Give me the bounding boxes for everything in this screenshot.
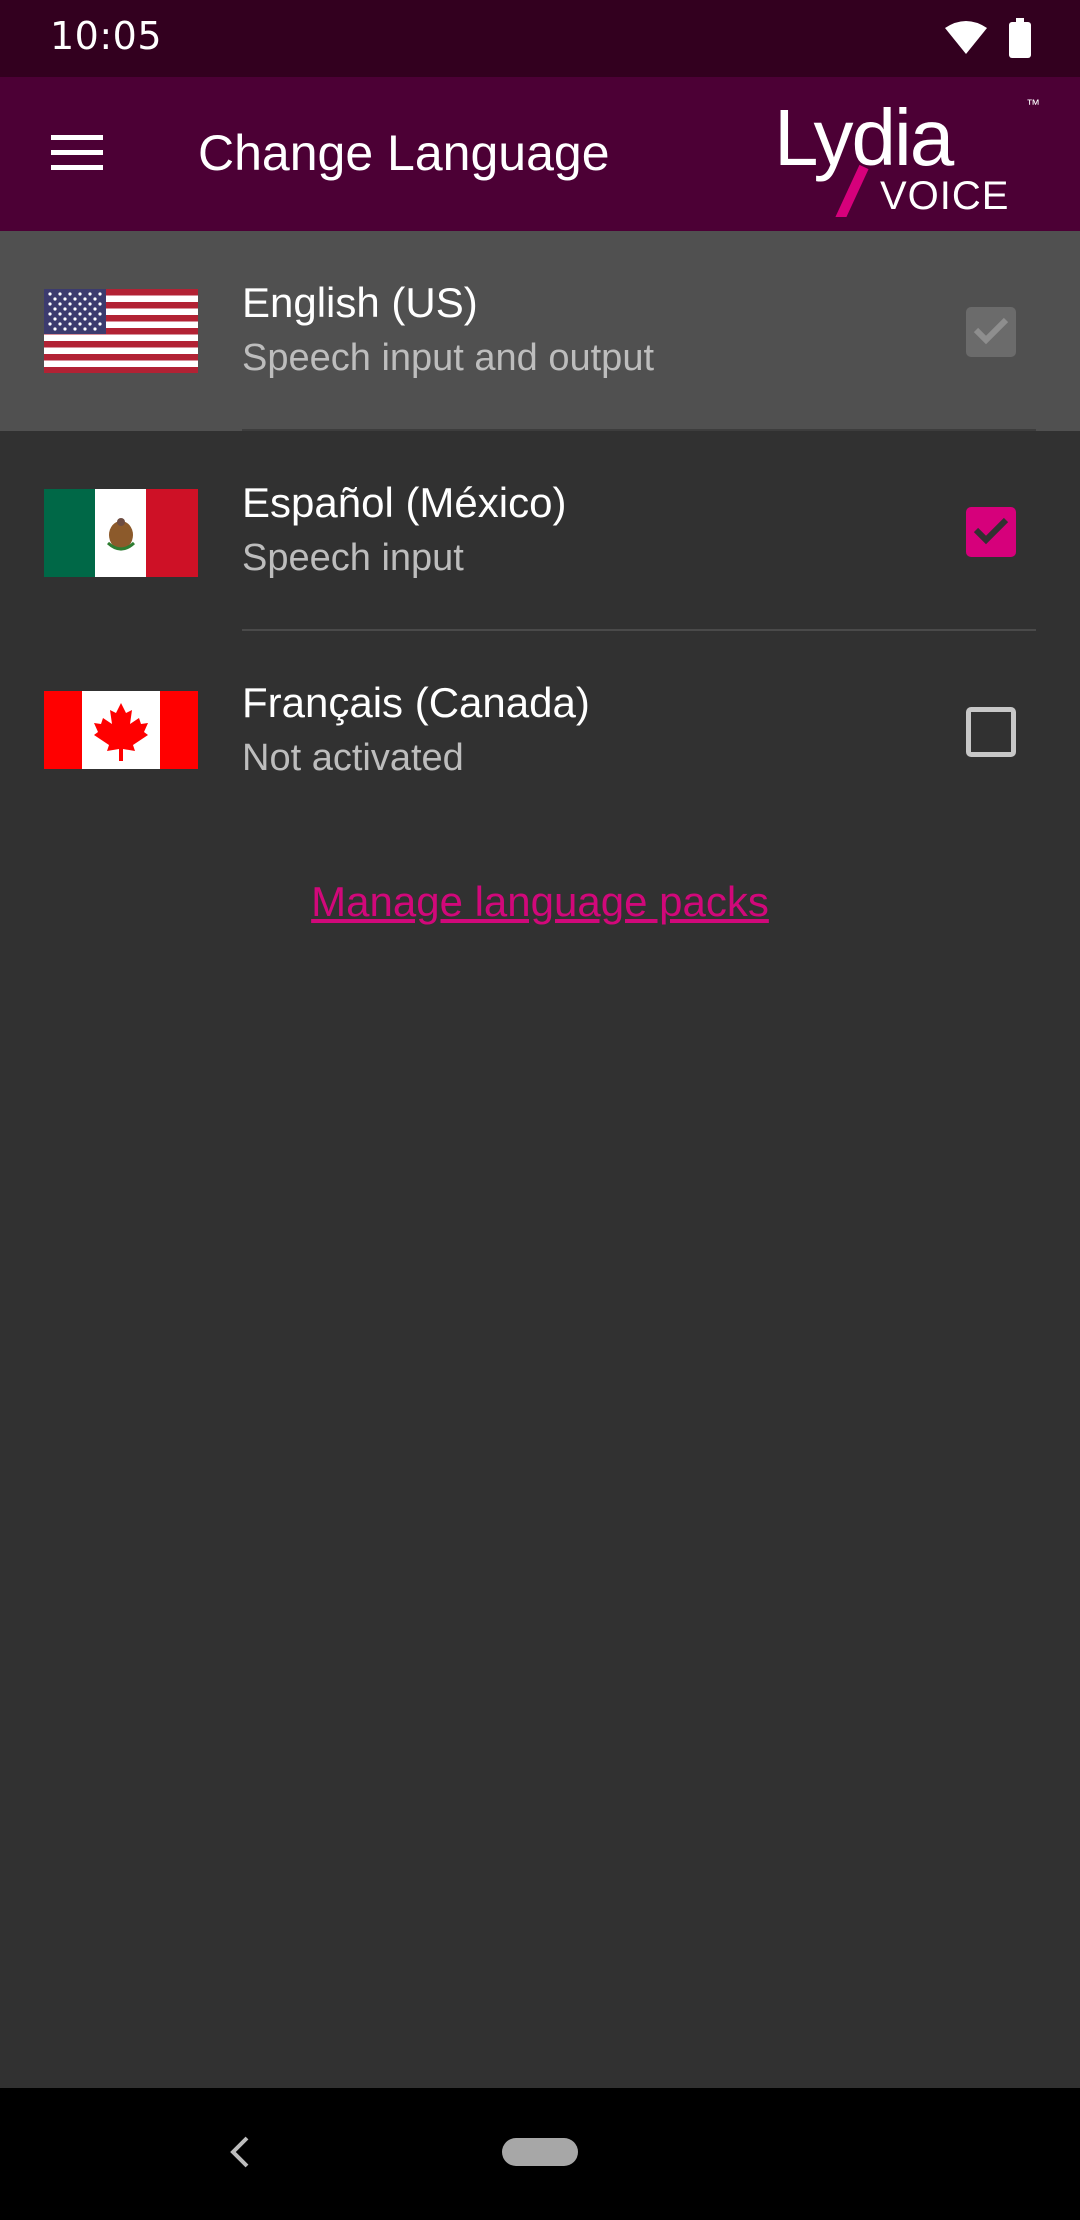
us-flag-icon xyxy=(44,289,198,373)
language-row-english-us[interactable]: English (US) Speech input and output xyxy=(0,231,1080,431)
screen: 10:05 Change Language Lydia ™ VOICE Engl… xyxy=(0,0,1080,2220)
status-time: 10:05 xyxy=(50,14,163,58)
manage-language-packs-row: Manage language packs xyxy=(0,878,1080,926)
mexico-flag-icon xyxy=(44,489,198,577)
language-name: Español (México) xyxy=(242,479,567,526)
navigation-bar xyxy=(0,2088,1080,2220)
language-checkbox-english-us[interactable] xyxy=(966,307,1016,357)
language-row-espanol-mexico[interactable]: Español (México) Speech input xyxy=(0,431,1080,631)
status-icons xyxy=(944,18,1032,62)
checkmark-icon xyxy=(971,514,1011,550)
language-name: Français (Canada) xyxy=(242,679,590,726)
lydia-voice-logo: Lydia ™ VOICE xyxy=(770,91,1040,222)
language-description: Speech input xyxy=(242,537,464,579)
canada-flag-icon xyxy=(44,691,198,769)
hamburger-menu-icon xyxy=(51,135,103,175)
menu-button[interactable] xyxy=(30,113,124,197)
language-checkbox-espanol-mexico[interactable] xyxy=(966,507,1016,557)
page-title: Change Language xyxy=(198,125,610,181)
language-list: English (US) Speech input and output Esp… xyxy=(0,231,1080,831)
language-description: Speech input and output xyxy=(242,337,655,379)
wifi-icon xyxy=(944,20,988,60)
back-button[interactable] xyxy=(214,2122,264,2186)
home-pill-icon[interactable] xyxy=(502,2138,578,2166)
language-name: English (US) xyxy=(242,279,478,326)
language-description: Not activated xyxy=(242,737,464,779)
language-row-francais-canada[interactable]: Français (Canada) Not activated xyxy=(0,631,1080,831)
language-checkbox-francais-canada[interactable] xyxy=(966,707,1016,757)
manage-language-packs-link[interactable]: Manage language packs xyxy=(311,878,769,925)
status-bar: 10:05 xyxy=(0,0,1080,77)
logo-trademark: ™ xyxy=(1026,96,1040,112)
back-chevron-icon xyxy=(227,2134,251,2174)
logo-sub: VOICE xyxy=(880,174,1009,217)
app-bar: Change Language Lydia ™ VOICE xyxy=(0,77,1080,231)
battery-icon xyxy=(1008,18,1032,62)
checkmark-icon xyxy=(971,314,1011,350)
